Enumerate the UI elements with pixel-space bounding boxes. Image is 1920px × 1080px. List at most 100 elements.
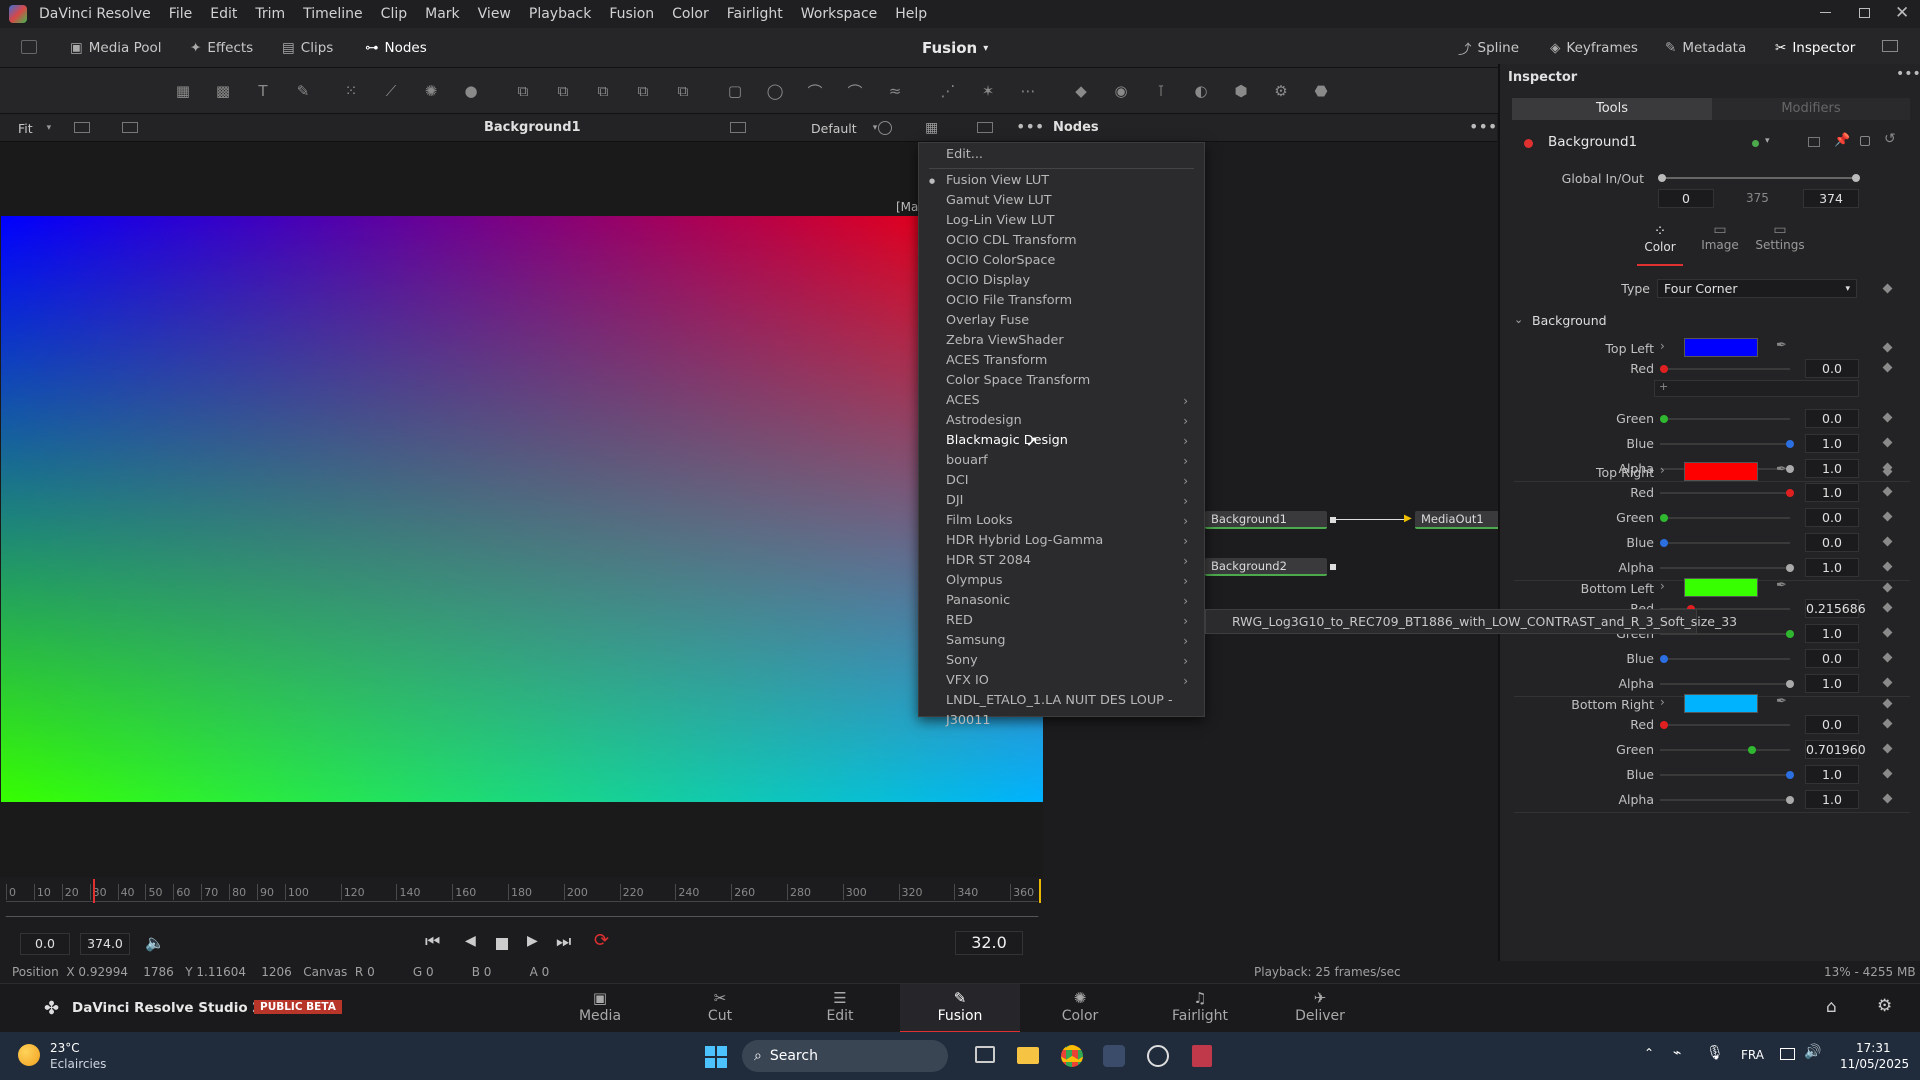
menu-timeline[interactable]: Timeline: [294, 0, 372, 28]
fusion-tool-icon[interactable]: ⧉: [670, 78, 696, 104]
chrome-icon[interactable]: [1061, 1045, 1083, 1067]
keyframe-diamond[interactable]: [1882, 561, 1893, 572]
channel-slider[interactable]: [1660, 721, 1790, 729]
minimize-button[interactable]: [1820, 12, 1831, 13]
keyframe-diamond[interactable]: [1882, 602, 1893, 613]
play-reverse-icon[interactable]: ◀: [465, 933, 476, 949]
app-taskbar-icon[interactable]: [1147, 1045, 1169, 1067]
loop-icon[interactable]: ⟳: [594, 930, 609, 951]
view-options-icon[interactable]: [730, 122, 746, 133]
menu-item-edit[interactable]: Edit...: [946, 145, 1196, 165]
channel-slider[interactable]: [1660, 539, 1790, 547]
language-indicator[interactable]: FRA: [1741, 1048, 1764, 1062]
display-icon[interactable]: [1780, 1048, 1795, 1060]
lut-toggle-icon[interactable]: [878, 121, 892, 135]
chevron-down-icon[interactable]: ⌄: [1514, 313, 1523, 326]
color-swatch[interactable]: [1684, 694, 1758, 713]
chevron-right-icon[interactable]: ›: [1660, 579, 1665, 593]
menu-item-ocio-cdl-transform[interactable]: OCIO CDL Transform: [946, 231, 1196, 251]
menu-fusion[interactable]: Fusion: [600, 0, 663, 28]
color-swatch[interactable]: [1684, 462, 1758, 481]
channel-slider[interactable]: [1660, 796, 1794, 804]
fusion-tool-icon[interactable]: ◉: [1108, 78, 1134, 104]
layout-icon[interactable]: [122, 122, 138, 133]
menu-item-ocio-colorspace[interactable]: OCIO ColorSpace: [946, 251, 1196, 271]
range-end-field[interactable]: 374.0: [80, 933, 130, 955]
chevron-right-icon[interactable]: ›: [1660, 463, 1665, 477]
davinci-taskbar-icon[interactable]: [1103, 1045, 1125, 1067]
page-tab-media[interactable]: ▣ Media: [540, 984, 660, 1033]
channel-value-field[interactable]: 0.0: [1805, 409, 1859, 428]
slider-knob[interactable]: [1660, 539, 1668, 547]
fusion-tool-icon[interactable]: ✶: [975, 78, 1001, 104]
slider-knob[interactable]: [1786, 489, 1794, 497]
task-view-icon[interactable]: [975, 1046, 995, 1063]
stop-icon[interactable]: [496, 938, 508, 950]
end-marker[interactable]: [1039, 879, 1041, 903]
menu-fairlight[interactable]: Fairlight: [718, 0, 792, 28]
eyedropper-icon[interactable]: ✒: [1776, 338, 1787, 353]
menu-item-film-looks[interactable]: Film Looks ›: [946, 511, 1196, 531]
split-view-icon[interactable]: [977, 122, 993, 133]
inspector-options-icon[interactable]: •••: [1896, 66, 1920, 82]
global-in-field[interactable]: 0: [1658, 189, 1714, 208]
grid-icon[interactable]: ▦: [925, 120, 938, 136]
menu-item-ocio-file-transform[interactable]: OCIO File Transform: [946, 291, 1196, 311]
section-background-header[interactable]: Background: [1532, 313, 1607, 328]
menu-item-lndl-etalo-1-la-nuit-des-loup-j30011[interactable]: LNDL_ETALO_1.LA NUIT DES LOUP -J30011: [946, 691, 1196, 731]
chevron-down-icon[interactable]: ▾: [1765, 136, 1770, 146]
keyframe-diamond[interactable]: [1882, 582, 1893, 593]
subtab-settings[interactable]: ▭ Settings: [1750, 222, 1810, 252]
menu-item-dji[interactable]: DJI ›: [946, 491, 1196, 511]
subtab-color[interactable]: ⁘ Color: [1630, 222, 1690, 254]
channel-value-field[interactable]: 1.0: [1805, 790, 1859, 809]
channel-slider[interactable]: [1660, 771, 1794, 779]
file-explorer-icon[interactable]: [1017, 1047, 1039, 1064]
microphone-icon[interactable]: 🎙: [1706, 1045, 1724, 1061]
fusion-tool-icon[interactable]: ▦: [170, 78, 196, 104]
range-end-handle[interactable]: [1852, 174, 1860, 182]
network-icon[interactable]: ⌁: [1673, 1045, 1681, 1061]
page-title[interactable]: Fusion ▾: [922, 28, 988, 68]
play-icon[interactable]: ▶: [527, 933, 538, 949]
slider-knob[interactable]: [1660, 655, 1668, 663]
keyframe-diamond[interactable]: [1882, 698, 1893, 709]
maximize-button[interactable]: [1859, 8, 1870, 18]
menu-item-hdr-st-2084[interactable]: HDR ST 2084 ›: [946, 551, 1196, 571]
roi-icon[interactable]: [74, 122, 90, 133]
channel-value-field[interactable]: 1.0: [1805, 674, 1859, 693]
subtab-image[interactable]: ▭ Image: [1690, 222, 1750, 252]
slider-knob[interactable]: [1786, 771, 1794, 779]
keyframe-diamond[interactable]: [1882, 793, 1893, 804]
spline-button[interactable]: ⤴ Spline: [1448, 28, 1529, 68]
go-to-start-icon[interactable]: ⏮: [425, 932, 440, 952]
node-background2[interactable]: Background2: [1205, 558, 1327, 576]
menu-clip[interactable]: Clip: [372, 0, 416, 28]
keyframe-diamond[interactable]: [1882, 536, 1893, 547]
menu-item-gamut-view-lut[interactable]: Gamut View LUT: [946, 191, 1196, 211]
channel-value-field[interactable]: 0.0: [1805, 533, 1859, 552]
keyframe-diamond[interactable]: [1882, 511, 1893, 522]
slider-knob[interactable]: [1660, 514, 1668, 522]
version-icon[interactable]: [1808, 137, 1820, 147]
fusion-tool-icon[interactable]: ⧉: [550, 78, 576, 104]
keyframe-diamond[interactable]: [1882, 466, 1893, 477]
keyframe-diamond[interactable]: [1882, 362, 1893, 373]
menu-item-fusion-view-lut[interactable]: Fusion View LUT ●: [929, 171, 1196, 191]
menu-playback[interactable]: Playback: [520, 0, 600, 28]
fusion-tool-icon[interactable]: ⚙: [1268, 78, 1294, 104]
playhead[interactable]: [93, 879, 95, 903]
menu-item-color-space-transform[interactable]: Color Space Transform: [946, 371, 1196, 391]
weather-icon[interactable]: [18, 1044, 40, 1066]
panel-toggle-icon[interactable]: [21, 40, 37, 54]
fusion-tool-icon[interactable]: ⧉: [630, 78, 656, 104]
inspector-button[interactable]: ✂ Inspector: [1765, 28, 1865, 68]
menu-item-sony[interactable]: Sony ›: [946, 651, 1196, 671]
fusion-tool-icon[interactable]: ⋯: [1015, 78, 1041, 104]
slider-knob[interactable]: [1786, 564, 1794, 572]
volume-icon[interactable]: 🔊: [1804, 1044, 1821, 1060]
menu-item-olympus[interactable]: Olympus ›: [946, 571, 1196, 591]
fusion-tool-icon[interactable]: ⬣: [1308, 78, 1334, 104]
tab-modifiers[interactable]: Modifiers: [1712, 98, 1910, 120]
metadata-button[interactable]: ✎ Metadata: [1655, 28, 1756, 68]
